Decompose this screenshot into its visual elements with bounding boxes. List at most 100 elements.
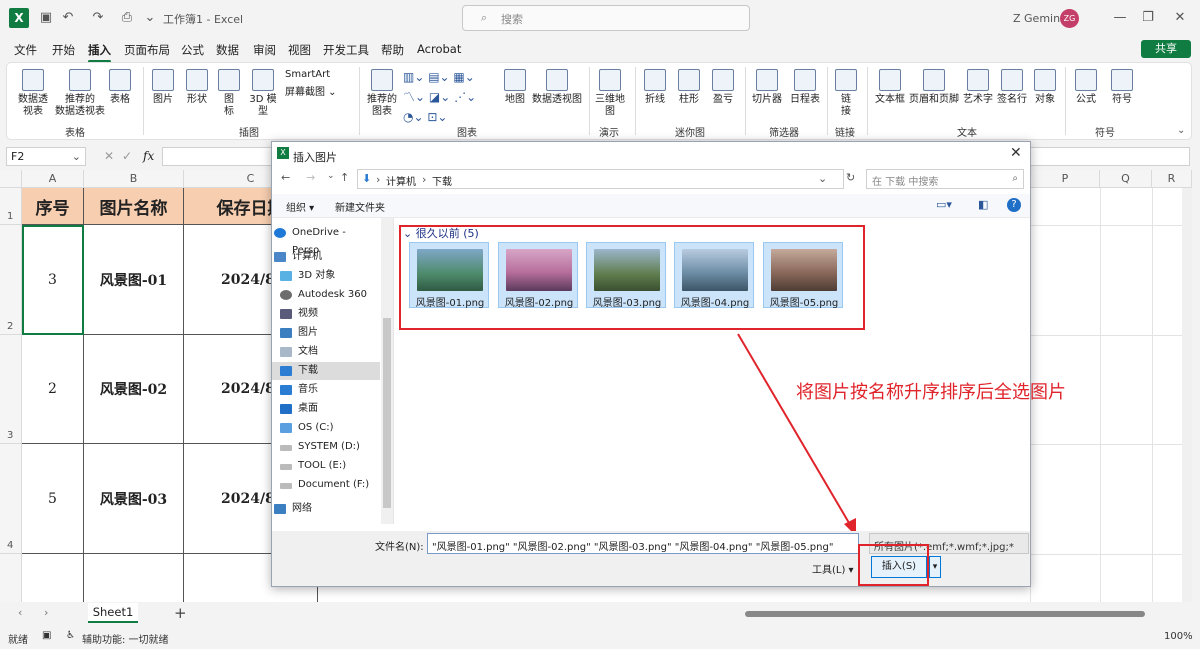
nav-3d-objects[interactable]: 3D 对象 bbox=[278, 267, 382, 285]
nav-drive-f[interactable]: Document (F:) bbox=[278, 476, 382, 494]
pivot-table-button[interactable]: 数据透 视表 bbox=[13, 69, 53, 118]
refresh-icon[interactable]: ↻ bbox=[846, 171, 855, 184]
nav-computer[interactable]: 计算机 bbox=[272, 248, 376, 266]
nav-network[interactable]: 网络 bbox=[272, 500, 376, 518]
new-folder-button[interactable]: 新建文件夹 bbox=[335, 199, 385, 214]
view-options-icon[interactable]: ▭▾ bbox=[936, 198, 952, 211]
table-cell[interactable] bbox=[84, 554, 184, 602]
symbol-button[interactable]: 符号 bbox=[1107, 69, 1137, 106]
next-sheet-icon[interactable]: › bbox=[44, 606, 48, 619]
screenshot-button[interactable]: 屏幕截图 ⌄ bbox=[285, 87, 355, 99]
maximize-icon[interactable]: ❐ bbox=[1138, 8, 1158, 28]
filename-input[interactable]: "风景图-01.png" "风景图-02.png" "风景图-03.png" "… bbox=[427, 533, 859, 554]
equation-button[interactable]: 公式 bbox=[1071, 69, 1101, 106]
row-header[interactable]: 2 bbox=[0, 225, 22, 335]
nav-drive-e[interactable]: TOOL (E:) bbox=[278, 457, 382, 475]
nav-drive-d[interactable]: SYSTEM (D:) bbox=[278, 438, 382, 456]
avatar[interactable]: ZG bbox=[1060, 9, 1079, 28]
shapes-button[interactable]: 形状 bbox=[183, 69, 211, 106]
table-cell[interactable]: 5 bbox=[22, 444, 84, 554]
nav-videos[interactable]: 视频 bbox=[278, 305, 382, 323]
nav-music[interactable]: 音乐 bbox=[278, 381, 382, 399]
tab-review[interactable]: 审阅 bbox=[253, 42, 276, 58]
tab-data[interactable]: 数据 bbox=[216, 42, 239, 58]
table-button[interactable]: 表格 bbox=[105, 69, 135, 106]
recommended-charts-button[interactable]: 推荐的 图表 bbox=[365, 69, 399, 118]
name-box[interactable]: F2 ⌄ bbox=[6, 147, 86, 166]
accessibility-status[interactable]: 辅助功能: 一切就绪 bbox=[82, 631, 169, 646]
recent-locations-icon[interactable]: ⌄ bbox=[327, 171, 335, 181]
picture-button[interactable]: 图片 bbox=[149, 69, 177, 106]
nav-downloads[interactable]: 下载 bbox=[272, 362, 380, 380]
column-header[interactable]: R bbox=[1152, 170, 1192, 188]
sparkline-column-button[interactable]: 柱形 bbox=[675, 69, 703, 106]
table-cell[interactable]: 3 bbox=[22, 225, 84, 335]
sparkline-line-button[interactable]: 折线 bbox=[641, 69, 669, 106]
column-header[interactable]: Q bbox=[1100, 170, 1152, 188]
collapse-ribbon-icon[interactable]: ⌄ bbox=[1177, 125, 1185, 136]
tab-view[interactable]: 视图 bbox=[288, 42, 311, 58]
breadcrumb-computer[interactable]: 计算机 bbox=[386, 173, 416, 188]
zoom-level[interactable]: 100% bbox=[1164, 631, 1193, 642]
quick-print-icon[interactable]: ⎙ bbox=[117, 8, 137, 28]
customize-toolbar-icon[interactable]: ⌄ bbox=[140, 8, 160, 28]
cancel-icon[interactable]: ✕ bbox=[104, 149, 114, 163]
textbox-button[interactable]: 文本框 bbox=[873, 69, 907, 106]
table-cell[interactable] bbox=[22, 554, 84, 602]
column-header[interactable]: A bbox=[22, 170, 84, 188]
insert-function-icon[interactable]: fx bbox=[143, 149, 154, 163]
back-icon[interactable]: ← bbox=[281, 171, 290, 184]
tab-file[interactable]: 文件 bbox=[14, 42, 37, 58]
3d-model-button[interactable]: 3D 模 型 bbox=[247, 69, 279, 118]
insert-dropdown-icon[interactable]: ▾ bbox=[929, 556, 941, 578]
smartart-button[interactable]: SmartArt bbox=[285, 69, 355, 81]
recommended-pivot-button[interactable]: 推荐的 数据透视表 bbox=[51, 69, 109, 118]
timeline-button[interactable]: 日程表 bbox=[787, 69, 823, 106]
redo-icon[interactable]: ↷ bbox=[88, 8, 108, 28]
macro-record-icon[interactable]: ▣ bbox=[42, 630, 51, 641]
share-button[interactable]: 共享 bbox=[1141, 40, 1191, 58]
organize-button[interactable]: 组织 ▾ bbox=[286, 199, 314, 214]
header-cell[interactable]: 序号 bbox=[22, 188, 84, 225]
object-button[interactable]: 对象 bbox=[1031, 69, 1059, 106]
tools-button[interactable]: 工具(L) ▾ bbox=[812, 561, 854, 576]
table-cell[interactable]: 2 bbox=[22, 335, 84, 444]
tab-help[interactable]: 帮助 bbox=[381, 42, 404, 58]
forward-icon[interactable]: → bbox=[306, 171, 315, 184]
vertical-scrollbar[interactable] bbox=[1182, 188, 1192, 602]
preview-pane-icon[interactable]: ◧ bbox=[978, 198, 988, 211]
pivot-chart-button[interactable]: 数据透视图 bbox=[531, 69, 583, 106]
help-icon[interactable]: ? bbox=[1007, 198, 1021, 212]
nav-pictures[interactable]: 图片 bbox=[278, 324, 382, 342]
wordart-button[interactable]: 艺术字 bbox=[961, 69, 995, 106]
chart-type-buttons[interactable]: ▥⌄ ▤⌄ ▦⌄ 〽⌄ ◪⌄ ⋰⌄ ◔⌄ ⊡⌄ bbox=[403, 67, 495, 127]
undo-icon[interactable]: ↶ bbox=[58, 8, 78, 28]
close-icon[interactable]: ✕ bbox=[1010, 145, 1022, 161]
select-all-corner[interactable] bbox=[0, 170, 22, 188]
row-header[interactable]: 1 bbox=[0, 188, 22, 225]
nav-scrollbar[interactable] bbox=[381, 218, 393, 524]
tab-home[interactable]: 开始 bbox=[52, 42, 75, 58]
prev-sheet-icon[interactable]: ‹ bbox=[18, 606, 22, 619]
row-header[interactable]: 4 bbox=[0, 444, 22, 554]
slicer-button[interactable]: 切片器 bbox=[749, 69, 785, 106]
address-bar[interactable]: ⬇ › 计算机 › 下载 ⌄ bbox=[357, 169, 844, 189]
horizontal-scrollbar[interactable] bbox=[745, 611, 1145, 617]
nav-autodesk[interactable]: Autodesk 360 bbox=[278, 286, 382, 304]
nav-desktop[interactable]: 桌面 bbox=[278, 400, 382, 418]
user-name[interactable]: Z Gemini bbox=[1013, 12, 1063, 25]
tab-formulas[interactable]: 公式 bbox=[181, 42, 204, 58]
column-header[interactable]: P bbox=[1030, 170, 1100, 188]
sparkline-winloss-button[interactable]: 盈亏 bbox=[709, 69, 737, 106]
signature-line-button[interactable]: 签名行 bbox=[995, 69, 1029, 106]
add-sheet-icon[interactable]: + bbox=[174, 604, 187, 622]
minimize-icon[interactable]: — bbox=[1110, 8, 1130, 28]
tab-insert[interactable]: 插入 bbox=[88, 42, 111, 63]
dropdown-icon[interactable]: ⌄ bbox=[818, 172, 827, 185]
map-button[interactable]: 地图 bbox=[501, 69, 529, 106]
header-footer-button[interactable]: 页眉和页脚 bbox=[907, 69, 961, 106]
dialog-search-input[interactable]: 在 下载 中搜索 ⌕ bbox=[866, 169, 1024, 189]
column-header[interactable]: B bbox=[84, 170, 184, 188]
table-cell[interactable]: 风景图-01 bbox=[84, 225, 184, 335]
sheet-tab[interactable]: Sheet1 bbox=[88, 603, 138, 623]
